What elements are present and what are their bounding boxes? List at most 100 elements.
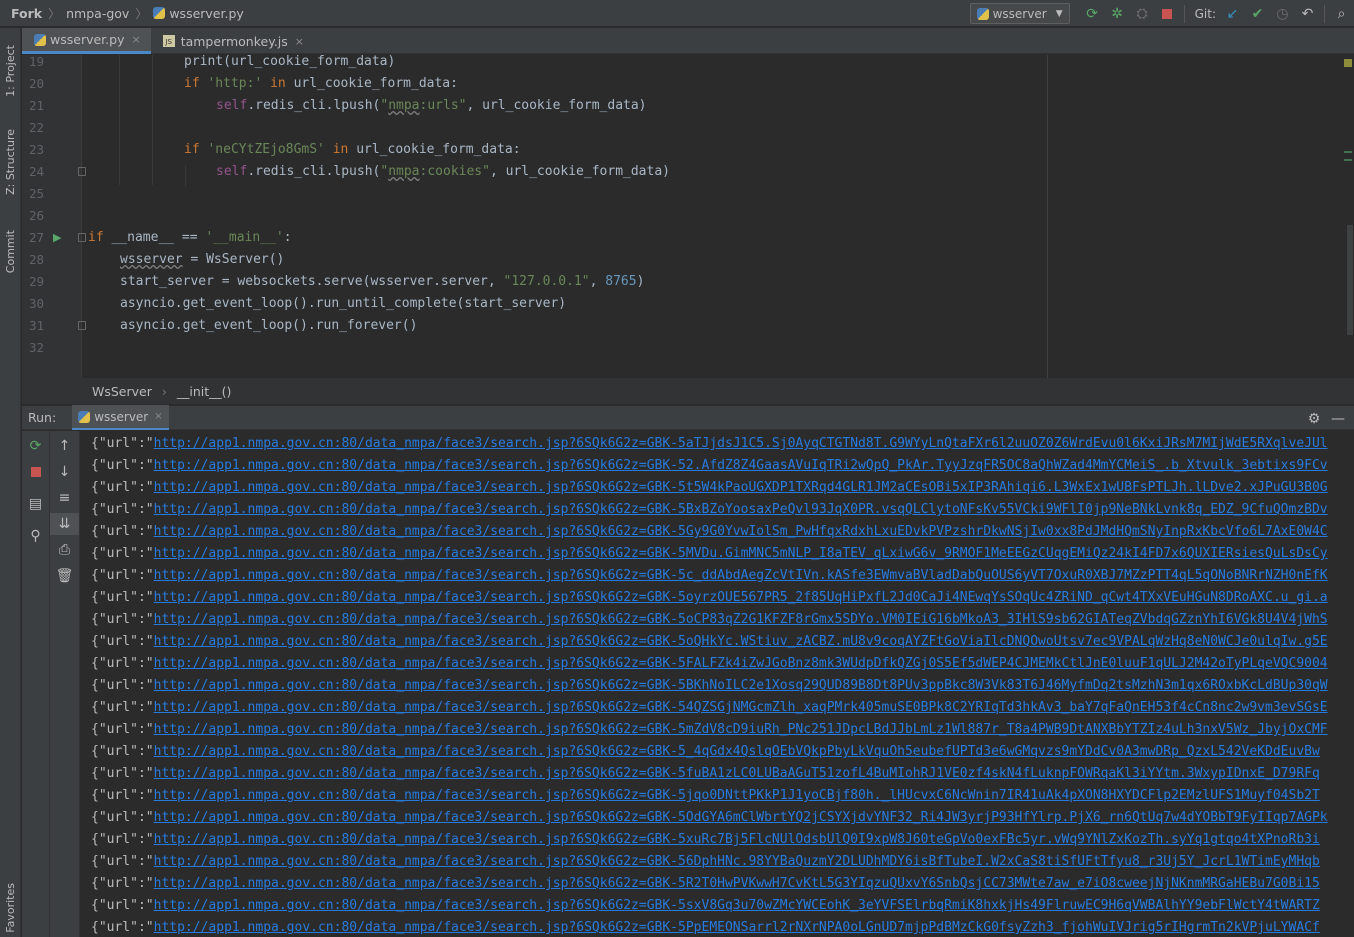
console-url-link[interactable]: http://app1.nmpa.gov.cn:80/data_nmpa/fac… bbox=[154, 700, 1328, 715]
run-config-select[interactable]: wsserver ▼ bbox=[969, 3, 1070, 24]
code-text: .redis_cli.lpush( bbox=[247, 98, 381, 113]
code-line-28: wsserver = WsServer() bbox=[120, 253, 284, 275]
trash-icon[interactable]: 🗑 bbox=[50, 565, 79, 587]
console-url-link[interactable]: http://app1.nmpa.gov.cn:80/data_nmpa/fac… bbox=[154, 810, 1328, 825]
console-url-link[interactable]: http://app1.nmpa.gov.cn:80/data_nmpa/fac… bbox=[154, 854, 1320, 869]
print-icon[interactable]: ⎙ bbox=[50, 539, 79, 561]
editor-scrollbar[interactable] bbox=[1340, 55, 1354, 378]
console-url-link[interactable]: http://app1.nmpa.gov.cn:80/data_nmpa/fac… bbox=[154, 590, 1328, 605]
git-rollback-icon[interactable]: ↶ bbox=[1295, 0, 1320, 27]
tool-tab-project[interactable]: 1: Project bbox=[0, 36, 21, 106]
console-url-link[interactable]: http://app1.nmpa.gov.cn:80/data_nmpa/fac… bbox=[154, 832, 1320, 847]
run-gutter-icon[interactable]: ▶ bbox=[53, 231, 61, 244]
git-commit-icon[interactable]: ✔ bbox=[1245, 0, 1270, 27]
console-url-link[interactable]: http://app1.nmpa.gov.cn:80/data_nmpa/fac… bbox=[154, 502, 1328, 517]
search-icon[interactable]: ⌕ bbox=[1329, 0, 1354, 27]
arrow-up-icon[interactable]: ↑ bbox=[50, 435, 79, 457]
arrow-down-icon[interactable]: ↓ bbox=[50, 461, 79, 483]
nav-app[interactable]: Fork bbox=[0, 0, 46, 27]
console-url-link[interactable]: http://app1.nmpa.gov.cn:80/data_nmpa/fac… bbox=[154, 436, 1328, 451]
console-url-link[interactable]: http://app1.nmpa.gov.cn:80/data_nmpa/fac… bbox=[154, 788, 1320, 803]
nav-file[interactable]: wsserver.py bbox=[149, 0, 247, 27]
console-line: {"url":"http://app1.nmpa.gov.cn:80/data_… bbox=[91, 699, 1328, 721]
line-number: 29 bbox=[28, 274, 44, 289]
console-url-link[interactable]: http://app1.nmpa.gov.cn:80/data_nmpa/fac… bbox=[154, 722, 1328, 737]
console-url-link[interactable]: http://app1.nmpa.gov.cn:80/data_nmpa/fac… bbox=[154, 546, 1328, 561]
change-marker[interactable] bbox=[1344, 159, 1352, 161]
code-text: , url_cookie_form_data) bbox=[489, 164, 670, 179]
python-run-config-icon bbox=[976, 7, 989, 20]
stop-icon[interactable] bbox=[1155, 0, 1180, 27]
git-update-icon[interactable]: ↙ bbox=[1220, 0, 1245, 27]
string-literal: :cookies" bbox=[419, 164, 490, 179]
console-url-link[interactable]: http://app1.nmpa.gov.cn:80/data_nmpa/fac… bbox=[154, 656, 1328, 671]
breadcrumb-method[interactable]: __init__() bbox=[177, 384, 232, 399]
tool-tab-commit[interactable]: Commit bbox=[0, 220, 21, 284]
gear-icon[interactable]: ⚙ bbox=[1302, 405, 1326, 432]
nav-project[interactable]: nmpa-gov bbox=[62, 0, 133, 27]
coverage-icon[interactable]: ⛭ bbox=[1130, 0, 1155, 27]
tool-tab-favorites[interactable]: Favorites bbox=[0, 880, 21, 936]
warning-marker-icon[interactable] bbox=[1344, 59, 1352, 67]
line-number: 23 bbox=[28, 142, 44, 157]
scroll-to-end-icon[interactable]: ⇊ bbox=[50, 513, 79, 535]
string-literal: '__main__' bbox=[205, 230, 284, 245]
console-json-prefix: {"url":" bbox=[91, 700, 154, 715]
stop-icon[interactable] bbox=[22, 461, 49, 483]
console-line: {"url":"http://app1.nmpa.gov.cn:80/data_… bbox=[91, 809, 1328, 831]
tab-tampermonkey-js[interactable]: JS tampermonkey.js × bbox=[151, 28, 314, 54]
console-json-prefix: {"url":" bbox=[91, 568, 154, 583]
console-line: {"url":"http://app1.nmpa.gov.cn:80/data_… bbox=[91, 567, 1328, 589]
fold-marker-icon[interactable] bbox=[78, 233, 86, 242]
close-icon[interactable]: × bbox=[295, 35, 304, 48]
close-icon[interactable]: × bbox=[154, 411, 162, 422]
breadcrumb-class[interactable]: WsServer bbox=[92, 384, 152, 399]
console-url-link[interactable]: http://app1.nmpa.gov.cn:80/data_nmpa/fac… bbox=[154, 678, 1328, 693]
rerun-icon[interactable]: ⟳ bbox=[22, 435, 49, 457]
fold-marker-icon[interactable] bbox=[78, 167, 86, 176]
line-number: 24 bbox=[28, 164, 44, 179]
scrollbar-thumb[interactable] bbox=[1347, 225, 1353, 335]
console-url-link[interactable]: http://app1.nmpa.gov.cn:80/data_nmpa/fac… bbox=[154, 458, 1328, 473]
console-url-link[interactable]: http://app1.nmpa.gov.cn:80/data_nmpa/fac… bbox=[154, 480, 1328, 495]
console-line: {"url":"http://app1.nmpa.gov.cn:80/data_… bbox=[91, 479, 1328, 501]
string-literal: 'neCYtZEjo8GmS' bbox=[207, 142, 325, 157]
line-number: 22 bbox=[28, 120, 44, 135]
console-url-link[interactable]: http://app1.nmpa.gov.cn:80/data_nmpa/fac… bbox=[154, 634, 1328, 649]
close-icon[interactable]: × bbox=[131, 33, 140, 46]
line-number: 28 bbox=[28, 252, 44, 267]
rerun-icon[interactable]: ⟳ bbox=[1080, 0, 1105, 27]
tool-tab-structure[interactable]: Z: Structure bbox=[0, 120, 21, 204]
soft-wrap-icon[interactable]: ≡ bbox=[50, 487, 79, 509]
console-url-link[interactable]: http://app1.nmpa.gov.cn:80/data_nmpa/fac… bbox=[154, 612, 1328, 627]
run-tab-wsserver[interactable]: wsserver × bbox=[72, 405, 169, 430]
console-url-link[interactable]: http://app1.nmpa.gov.cn:80/data_nmpa/fac… bbox=[154, 568, 1328, 583]
keyword: in bbox=[332, 142, 349, 157]
run-console[interactable]: {"url":"http://app1.nmpa.gov.cn:80/data_… bbox=[81, 431, 1354, 937]
fold-marker-icon[interactable] bbox=[78, 321, 86, 330]
tool-tab-commit-label: Commit bbox=[4, 230, 17, 274]
code-editor[interactable]: 19 20 21 22 23 24 25 26 27 28 29 30 31 3… bbox=[22, 55, 1354, 378]
console-url-link[interactable]: http://app1.nmpa.gov.cn:80/data_nmpa/fac… bbox=[154, 744, 1320, 759]
minimize-icon[interactable]: — bbox=[1326, 405, 1350, 432]
pin-icon[interactable]: ⚲ bbox=[22, 525, 49, 547]
code-text: .redis_cli.lpush( bbox=[247, 164, 381, 179]
change-marker[interactable] bbox=[1344, 151, 1352, 153]
console-line: {"url":"http://app1.nmpa.gov.cn:80/data_… bbox=[91, 743, 1320, 765]
debug-icon[interactable]: ✲ bbox=[1105, 0, 1130, 27]
console-url-link[interactable]: http://app1.nmpa.gov.cn:80/data_nmpa/fac… bbox=[154, 898, 1320, 913]
console-line: {"url":"http://app1.nmpa.gov.cn:80/data_… bbox=[91, 523, 1328, 545]
layout-icon[interactable]: ▤ bbox=[22, 493, 49, 515]
git-history-icon[interactable]: ◷ bbox=[1270, 0, 1295, 27]
console-url-link[interactable]: http://app1.nmpa.gov.cn:80/data_nmpa/fac… bbox=[154, 524, 1328, 539]
code-text: start_server = websockets.serve(wsserver… bbox=[120, 274, 504, 289]
console-json-prefix: {"url":" bbox=[91, 876, 154, 891]
run-panel-header: Run: wsserver × ⚙ — bbox=[22, 405, 1354, 430]
toolbar-divider-2 bbox=[1324, 4, 1325, 23]
console-line: {"url":"http://app1.nmpa.gov.cn:80/data_… bbox=[91, 787, 1320, 809]
code-area[interactable]: print(url_cookie_form_data) if 'http:' i… bbox=[88, 55, 1048, 378]
console-url-link[interactable]: http://app1.nmpa.gov.cn:80/data_nmpa/fac… bbox=[154, 920, 1320, 935]
tab-wsserver-py[interactable]: wsserver.py × bbox=[22, 28, 151, 54]
console-url-link[interactable]: http://app1.nmpa.gov.cn:80/data_nmpa/fac… bbox=[154, 766, 1320, 781]
console-url-link[interactable]: http://app1.nmpa.gov.cn:80/data_nmpa/fac… bbox=[154, 876, 1320, 891]
